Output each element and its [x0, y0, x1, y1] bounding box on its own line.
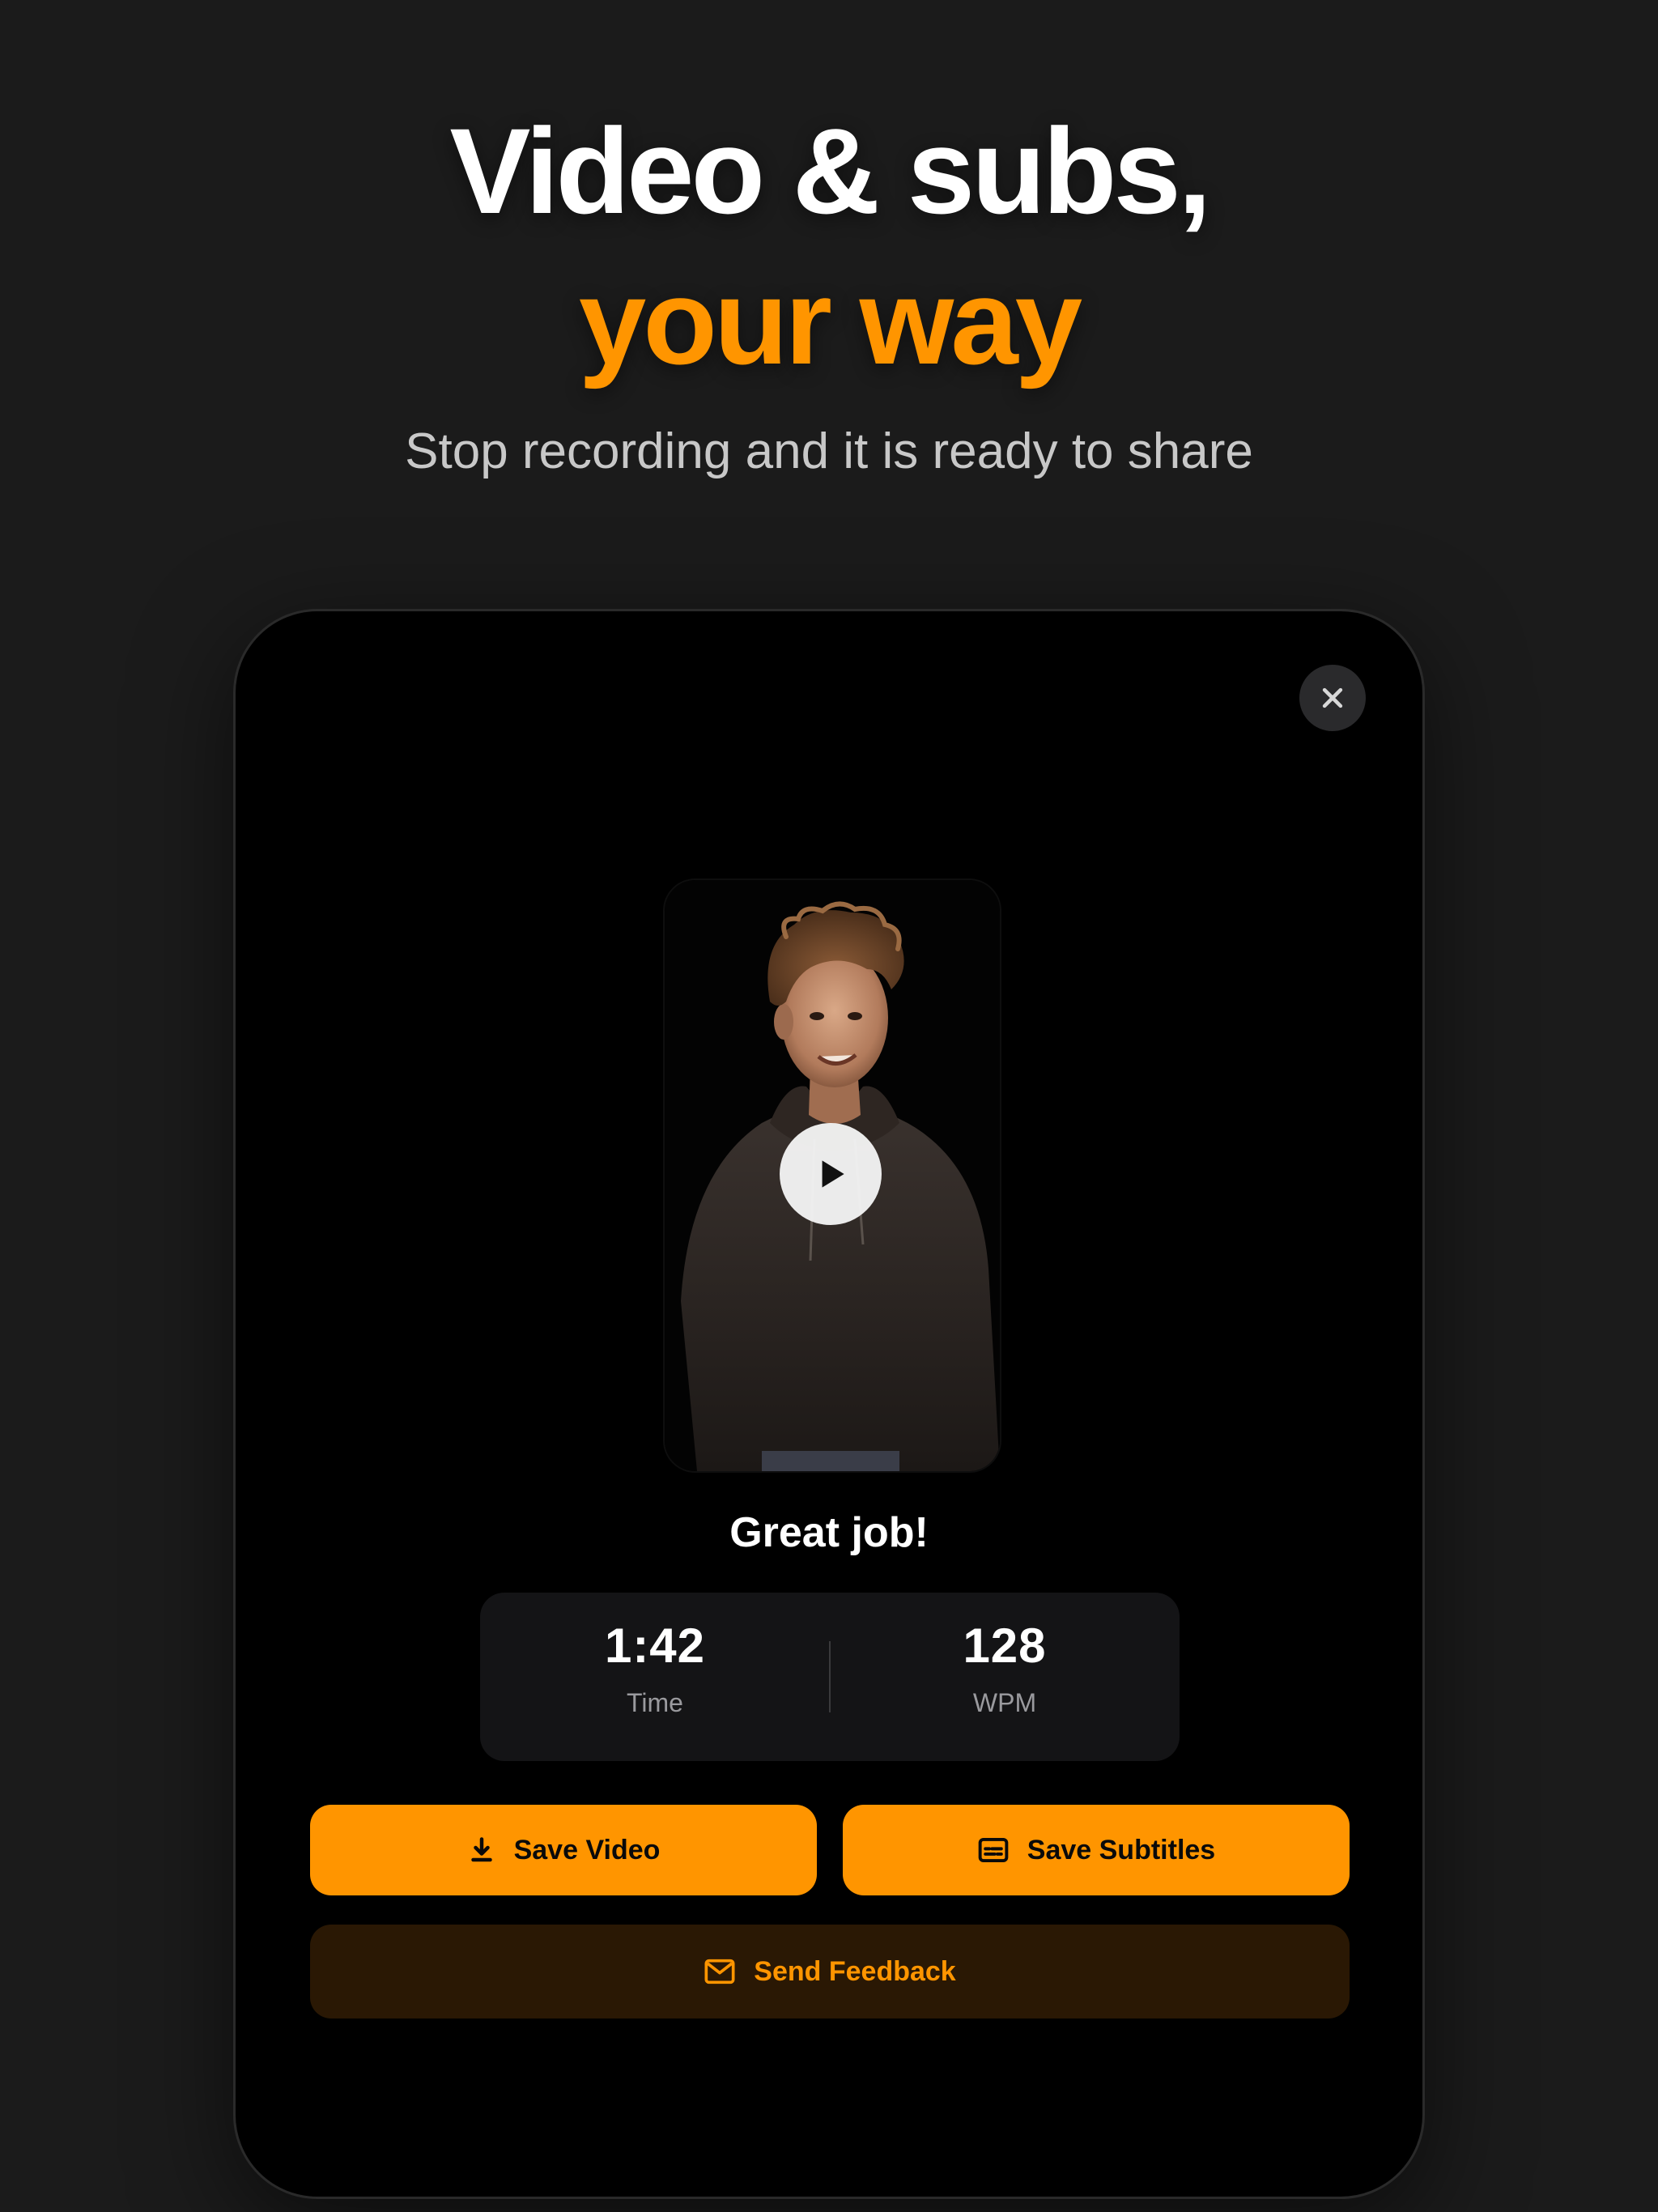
- save-subtitles-label: Save Subtitles: [1027, 1834, 1216, 1865]
- download-icon: [467, 1836, 496, 1865]
- stat-time-label: Time: [627, 1688, 683, 1717]
- save-video-button[interactable]: Save Video: [310, 1805, 817, 1895]
- stat-wpm: 128 WPM: [830, 1622, 1180, 1718]
- hero-subtitle: Stop recording and it is ready to share: [405, 423, 1253, 479]
- stats-card: 1:42 Time 128 WPM: [480, 1593, 1180, 1761]
- hero-title-line-1: Video & subs,: [449, 103, 1211, 239]
- play-button[interactable]: [780, 1123, 882, 1225]
- save-subtitles-button[interactable]: Save Subtitles: [843, 1805, 1350, 1895]
- send-feedback-button[interactable]: Send Feedback: [310, 1925, 1350, 2018]
- completion-heading: Great job!: [729, 1509, 929, 1556]
- stat-wpm-label: WPM: [972, 1688, 1037, 1717]
- mail-icon: [704, 1958, 736, 1985]
- hero-title-line-2: your way: [578, 253, 1082, 389]
- send-feedback-label: Send Feedback: [754, 1955, 956, 1987]
- save-video-label: Save Video: [513, 1834, 661, 1865]
- stat-wpm-value: 128: [963, 1619, 1047, 1673]
- close-icon: [1322, 687, 1343, 708]
- play-icon: [822, 1160, 844, 1188]
- stat-time: 1:42 Time: [480, 1622, 830, 1718]
- video-preview[interactable]: [663, 878, 1001, 1473]
- device-mockup: Great job! 1:42 Time 128 WPM Save Video …: [233, 609, 1425, 2199]
- stat-time-value: 1:42: [604, 1619, 706, 1673]
- subtitles-icon: [977, 1836, 1010, 1865]
- close-button[interactable]: [1299, 665, 1366, 731]
